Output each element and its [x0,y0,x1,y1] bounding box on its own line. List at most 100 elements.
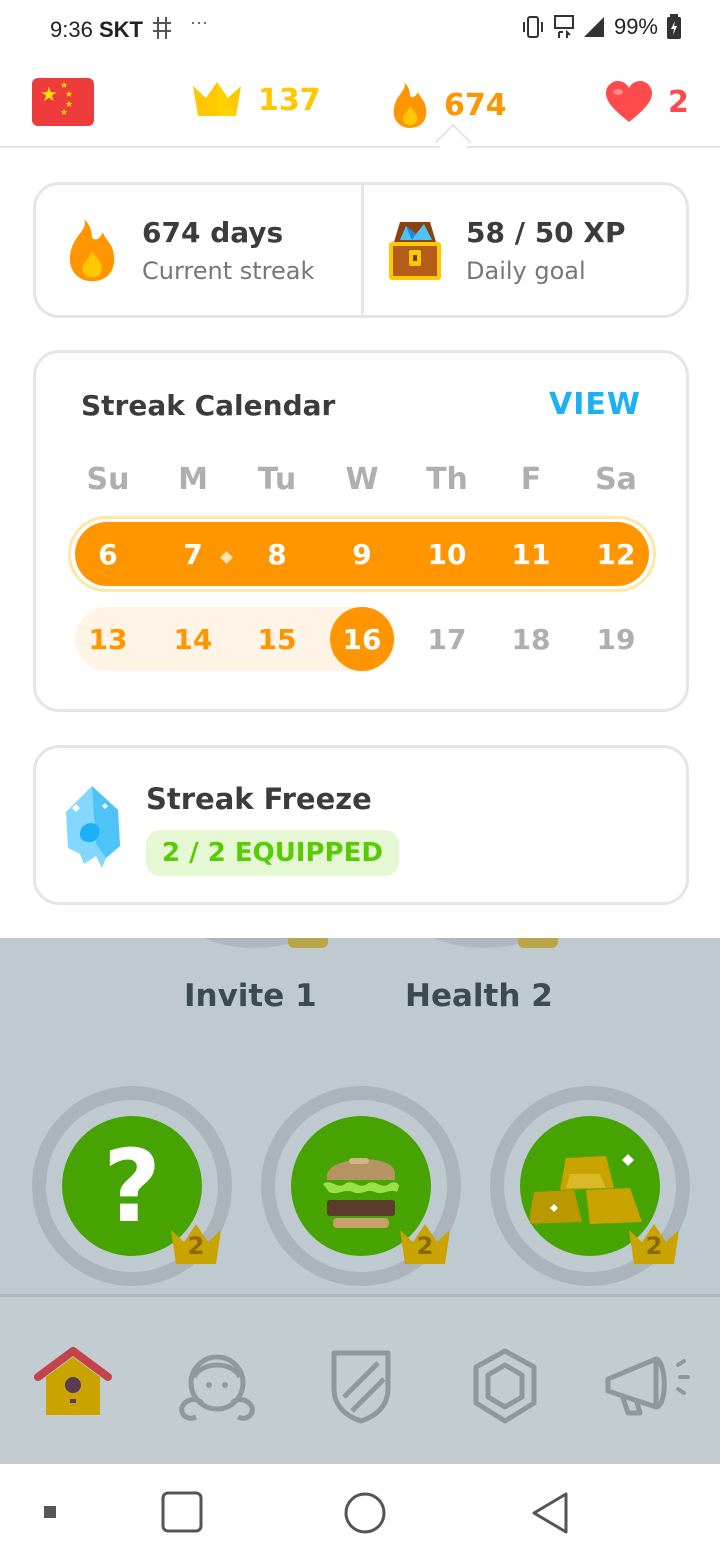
nav-news[interactable] [604,1341,694,1431]
gem-icon [473,1348,537,1424]
treasure-chest-icon [389,222,441,280]
status-bar: 9:36 SKT ··· 99% [0,0,720,58]
nav-leagues[interactable] [316,1341,406,1431]
calendar-day: 19 [596,622,636,656]
calendar-day: 12 [596,537,636,571]
goal-label: Daily goal [466,256,586,285]
calendar-day: 15 [257,622,297,656]
square-icon [161,1491,203,1533]
crown-badge-partial [288,938,328,948]
skill-burger[interactable]: 2 [261,1086,461,1286]
skill-crown: 2 [397,1220,453,1268]
streak-stat[interactable]: 674 [390,80,507,130]
status-more: ··· [190,12,208,32]
skill-level: 2 [645,1232,663,1260]
skill-crown: 2 [626,1220,682,1268]
crown-icon [193,82,241,116]
calendar-day: 17 [427,622,467,656]
gold-bars-icon [530,1154,642,1224]
recents-dot[interactable] [44,1506,56,1518]
burger-icon [323,1158,399,1228]
hearts-stat[interactable]: 2 [604,80,689,124]
freeze-equipped-badge: 2 / 2 EQUIPPED [146,830,399,876]
skill-label-health[interactable]: Health 2 [405,978,553,1014]
streak-summary-card: 674 days Current streak 58 / 50 XP Daily… [33,182,689,318]
back-triangle-icon [532,1492,568,1534]
android-navigation-bar [0,1464,720,1560]
calendar-week: 6 7 8 9 10 11 12 [73,522,653,586]
current-streak: 674 days Current streak [64,185,314,315]
weekday-label: Tu [257,461,297,497]
calendar-today: 16 [330,607,394,671]
calendar-view-button[interactable]: VIEW [549,387,641,422]
home-button[interactable] [342,1490,388,1536]
back-button[interactable] [528,1490,574,1536]
streak-calendar-card: Streak Calendar VIEW Su M Tu W Th F Sa 6… [33,350,689,712]
streak-text: 674 days Current streak [142,216,314,285]
battery-percent: 99% [613,14,658,39]
calendar-day: 11 [511,537,551,571]
streak-count: 674 [444,87,507,123]
calendar-day: 8 [267,537,287,571]
home-icon [34,1347,112,1415]
skill-level: 2 [416,1232,434,1260]
status-clock: 9:36 [50,17,93,42]
weekday-label: Th [426,461,468,497]
weekday-label: F [520,461,542,497]
calendar-day: 7 [183,537,203,571]
calendar-day: 9 [352,537,372,571]
freeze-title: Streak Freeze [146,782,372,816]
weekday-label: M [178,461,208,497]
calendar-title: Streak Calendar [81,389,336,422]
weekday-header: Su M Tu W Th F Sa [73,447,653,511]
skill-tree-background: Invite 1 Health 2 ? 2 2 2 [0,938,720,1294]
flame-icon [69,218,115,282]
heart-icon [606,81,652,122]
status-time: 9:36 SKT [50,15,175,43]
streak-label: Current streak [142,256,315,285]
weekday-label: Su [86,461,130,497]
streak-freeze-card[interactable]: Streak Freeze 2 / 2 EQUIPPED [33,745,689,905]
megaphone-icon [605,1356,690,1416]
sim-grid-icon [153,17,172,39]
goal-xp: 58 / 50 XP [466,215,626,249]
profile-icon [179,1354,255,1421]
skill-level: 2 [187,1232,205,1260]
skill-gold-bars[interactable]: 2 [490,1086,690,1286]
weekday-label: W [345,461,379,497]
calendar-day: 14 [173,622,213,656]
ice-cube-icon [66,786,120,868]
calendar-day: 6 [98,537,118,571]
skill-crown: 2 [168,1220,224,1268]
battery-icon [667,14,681,39]
language-flag[interactable]: ★ ★ ★ ★ ★ [32,78,94,126]
summary-divider [361,185,364,315]
skill-question[interactable]: ? 2 [32,1086,232,1286]
nav-shop[interactable] [460,1341,550,1431]
signal-icon [583,17,604,37]
streak-days: 674 days [142,215,284,249]
crown-badge-partial [518,938,558,948]
goal-text: 58 / 50 XP Daily goal [466,216,626,285]
bottom-navigation [0,1294,720,1464]
calendar-day: 13 [88,622,128,656]
calendar-day: 18 [511,622,551,656]
flame-icon [393,82,427,128]
weekday-label: Sa [595,461,637,497]
circle-icon [344,1492,386,1534]
daily-goal: 58 / 50 XP Daily goal [386,185,626,315]
calendar-day: 10 [427,537,467,571]
status-right: 99% [520,14,682,40]
crowns-stat[interactable]: 137 [190,80,321,120]
lte-icon [553,15,574,38]
hearts-count: 2 [668,84,689,120]
nav-home[interactable] [28,1341,118,1431]
skill-label-invite[interactable]: Invite 1 [184,978,317,1014]
nav-profile[interactable] [172,1341,262,1431]
vibrate-icon [522,16,543,38]
overview-button[interactable] [160,1490,206,1536]
calendar-week: 13 14 15 16 17 18 19 [73,607,653,671]
top-stats-bar: ★ ★ ★ ★ ★ 137 674 2 [0,58,720,148]
crowns-count: 137 [258,82,321,118]
shield-icon [331,1350,391,1424]
